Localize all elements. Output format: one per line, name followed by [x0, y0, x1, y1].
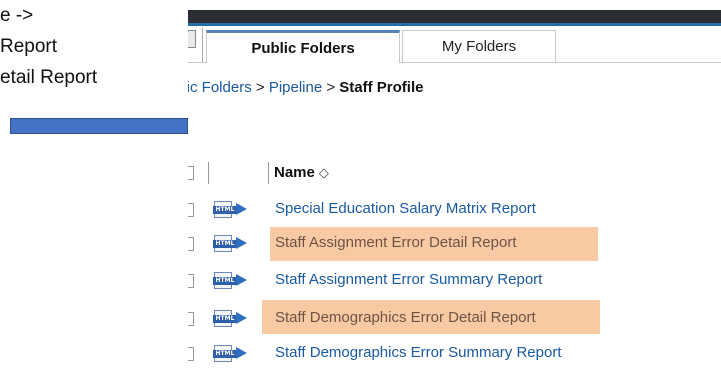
list-item: HTML Staff Demographics Error Detail Rep…	[188, 300, 721, 334]
list-header: Name ◇	[188, 160, 721, 188]
select-all-checkbox[interactable]	[188, 166, 194, 180]
row-checkbox[interactable]	[188, 203, 194, 217]
report-link[interactable]: Staff Demographics Error Detail Report	[275, 309, 536, 326]
folder-view-icon[interactable]	[188, 30, 196, 48]
breadcrumb-pipeline[interactable]: Pipeline	[269, 79, 322, 96]
html-icon-label: HTML	[213, 350, 237, 358]
html-icon-label: HTML	[213, 240, 237, 248]
html-icon-label: HTML	[213, 206, 237, 214]
document-line-3: etail Report	[0, 67, 98, 88]
tab-my-folders[interactable]: My Folders	[402, 30, 556, 62]
report-link[interactable]: Special Education Salary Matrix Report	[275, 200, 536, 217]
breadcrumb: blic Folders > Pipeline > Staff Profile	[188, 79, 423, 96]
html-report-icon: HTML	[213, 309, 248, 329]
report-link[interactable]: Staff Demographics Error Summary Report	[275, 344, 562, 361]
row-checkbox[interactable]	[188, 274, 194, 288]
list-item: HTML Staff Demographics Error Summary Re…	[188, 340, 721, 368]
breadcrumb-current: Staff Profile	[339, 79, 424, 96]
name-column-label: Name	[274, 164, 315, 181]
html-report-icon: HTML	[213, 271, 248, 291]
folder-browser: Public Folders My Folders blic Folders >…	[188, 0, 721, 371]
report-link[interactable]: Staff Assignment Error Summary Report	[275, 271, 542, 288]
html-icon-label: HTML	[213, 315, 237, 323]
column-divider	[208, 162, 209, 184]
sort-icon[interactable]: ◇	[319, 165, 329, 180]
breadcrumb-separator: >	[326, 79, 339, 96]
report-link[interactable]: Staff Assignment Error Detail Report	[275, 234, 517, 251]
document-line-2: Report	[0, 36, 58, 57]
column-divider	[268, 162, 269, 184]
list-item: HTML Staff Assignment Error Detail Repor…	[188, 227, 721, 261]
html-icon-label: HTML	[213, 277, 237, 285]
list-item: HTML Special Education Salary Matrix Rep…	[188, 196, 721, 224]
name-column-header[interactable]: Name ◇	[274, 164, 329, 181]
tab-public-folders[interactable]: Public Folders	[206, 30, 400, 63]
annotation-bar	[10, 118, 188, 134]
breadcrumb-separator: >	[256, 79, 269, 96]
breadcrumb-public-folders[interactable]: blic Folders	[188, 79, 252, 96]
tab-strip: Public Folders My Folders	[188, 26, 721, 63]
html-report-icon: HTML	[213, 344, 248, 364]
document-text: e -> Report etail Report	[0, 0, 97, 93]
document-line-1: e ->	[0, 5, 34, 26]
breadcrumb-separator-glyph: >	[326, 79, 336, 96]
top-banner	[188, 10, 721, 26]
list-item: HTML Staff Assignment Error Summary Repo…	[188, 267, 721, 295]
tab-divider	[202, 28, 203, 62]
row-checkbox[interactable]	[188, 347, 194, 361]
row-checkbox[interactable]	[188, 312, 194, 326]
html-report-icon: HTML	[213, 234, 248, 254]
html-report-icon: HTML	[213, 200, 248, 220]
breadcrumb-separator-glyph: >	[255, 79, 265, 96]
row-checkbox[interactable]	[188, 237, 194, 251]
